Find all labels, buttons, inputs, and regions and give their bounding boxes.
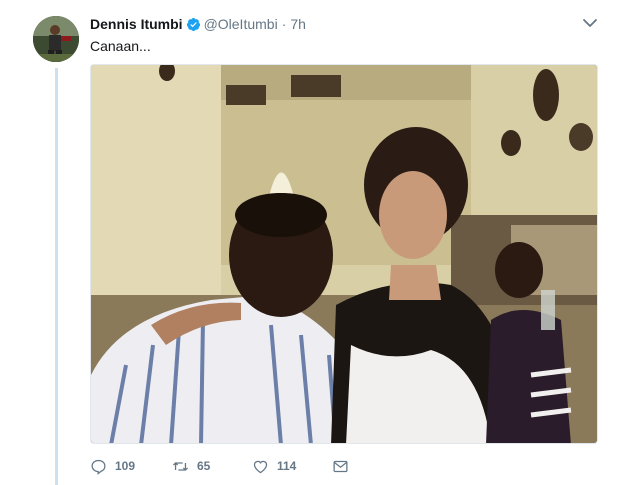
tweet-text: Canaan... [90, 38, 151, 54]
chevron-down-icon[interactable] [582, 16, 598, 28]
tweet-actions: 109 65 114 [90, 456, 357, 476]
like-count: 114 [277, 459, 297, 473]
envelope-icon [333, 460, 348, 472]
reply-count: 109 [115, 459, 136, 473]
reply-icon [91, 459, 106, 475]
avatar[interactable] [33, 16, 79, 62]
tweet-card[interactable]: Dennis Itumbi @OleItumbi · 7h Canaan... [0, 0, 634, 485]
retweet-icon [172, 461, 189, 471]
tweet-photo[interactable] [90, 64, 598, 444]
thread-line [55, 68, 58, 485]
heart-icon [253, 460, 268, 473]
direct-message-button[interactable] [332, 458, 357, 475]
like-button[interactable]: 114 [252, 458, 332, 475]
retweet-count: 65 [197, 459, 211, 473]
reply-button[interactable]: 109 [90, 458, 172, 475]
verified-badge-icon [186, 17, 201, 32]
author-name[interactable]: Dennis Itumbi [90, 16, 183, 32]
tweet-timestamp[interactable]: 7h [290, 16, 306, 32]
retweet-button[interactable]: 65 [172, 458, 252, 475]
separator-dot: · [281, 16, 287, 32]
author-handle[interactable]: @OleItumbi [204, 16, 278, 32]
tweet-header: Dennis Itumbi @OleItumbi · 7h [90, 15, 306, 33]
